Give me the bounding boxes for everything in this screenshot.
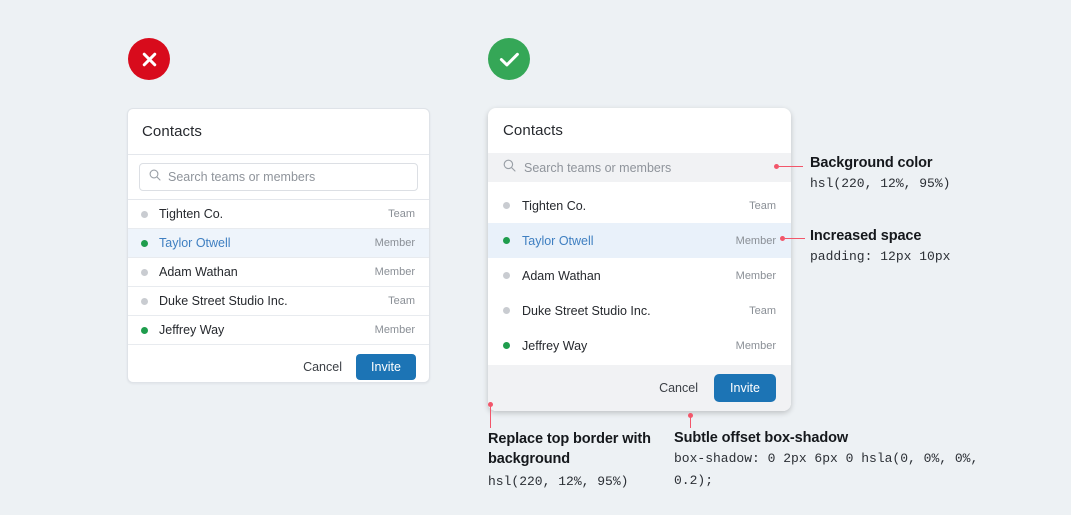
cancel-button[interactable]: Cancel [659, 381, 698, 395]
leader-line [785, 238, 805, 239]
leader-line [490, 406, 491, 428]
row-role: Member [735, 339, 776, 352]
good-contacts-card: Contacts Search teams or members Tighten… [488, 108, 791, 411]
annotation-code: hsl(220, 12%, 95%) [810, 176, 951, 191]
annotation-title: Background color [810, 155, 933, 171]
status-dot-icon [141, 268, 148, 276]
status-dot-icon [503, 342, 510, 349]
status-dot-icon [503, 237, 510, 244]
table-row[interactable]: Tighten Co. Team [128, 200, 429, 229]
row-name: Jeffrey Way [522, 338, 588, 353]
table-row[interactable]: Taylor Otwell Member [488, 223, 791, 258]
canvas: Contacts Search teams or members Tighten… [0, 0, 1071, 515]
table-row[interactable]: Taylor Otwell Member [128, 229, 429, 258]
search-icon [149, 168, 161, 186]
row-role: Member [374, 266, 415, 278]
status-dot-icon [141, 210, 148, 218]
row-role: Member [735, 269, 776, 282]
status-dot-icon [141, 297, 148, 305]
table-row[interactable]: Tighten Co. Team [488, 188, 791, 223]
table-row[interactable]: Duke Street Studio Inc. Team [128, 287, 429, 316]
table-row[interactable]: Jeffrey Way Member [128, 316, 429, 345]
annotation-title: Subtle offset box-shadow [674, 430, 849, 446]
annotation-background-color: Background color hsl(220, 12%, 95%) [810, 155, 950, 195]
table-row[interactable]: Jeffrey Way Member [488, 328, 791, 363]
table-row[interactable]: Adam Wathan Member [488, 258, 791, 293]
status-dot-icon [503, 202, 510, 209]
bad-search-container: Search teams or members [128, 155, 429, 200]
row-name: Tighten Co. [159, 207, 224, 221]
annotation-code: padding: 12px 10px [810, 249, 951, 264]
search-icon [503, 159, 516, 177]
status-dot-icon [503, 307, 510, 314]
annotation-code: box-shadow: 0 2px 6px 0 hsla(0, 0%, 0%, … [674, 451, 979, 488]
annotation-replace-top-border: Replace top border with background hsl(2… [488, 430, 663, 493]
annotation-title: Increased space [810, 228, 922, 244]
row-name: Tighten Co. [522, 198, 587, 213]
row-role: Team [388, 208, 415, 220]
bad-search-input[interactable]: Search teams or members [139, 163, 418, 191]
leader-line [779, 166, 803, 167]
row-name: Duke Street Studio Inc. [522, 303, 651, 318]
bad-card-header: Contacts [128, 109, 429, 155]
status-dot-icon [503, 272, 510, 279]
annotation-code: hsl(220, 12%, 95%) [488, 474, 629, 490]
cancel-button[interactable]: Cancel [303, 360, 342, 374]
annotation-title: Replace top border with background [488, 431, 651, 467]
bad-contacts-card: Contacts Search teams or members Tighten… [127, 108, 430, 383]
status-dot-icon [141, 326, 148, 334]
row-role: Team [749, 199, 776, 212]
row-name: Jeffrey Way [159, 323, 225, 337]
bad-card-footer: Cancel Invite [128, 345, 429, 388]
row-name: Adam Wathan [159, 265, 238, 279]
row-name: Taylor Otwell [159, 236, 231, 250]
row-role: Member [374, 237, 415, 249]
row-role: Member [735, 234, 776, 247]
annotation-increased-space: Increased space padding: 12px 10px [810, 228, 950, 268]
table-row[interactable]: Duke Street Studio Inc. Team [488, 293, 791, 328]
bad-search-placeholder: Search teams or members [168, 170, 316, 184]
row-name: Duke Street Studio Inc. [159, 294, 288, 308]
leader-line [690, 417, 691, 428]
row-name: Taylor Otwell [522, 233, 594, 248]
row-name: Adam Wathan [522, 268, 601, 283]
good-card-footer: Cancel Invite [488, 365, 791, 411]
invite-button[interactable]: Invite [714, 374, 776, 402]
row-role: Member [374, 324, 415, 336]
good-search-placeholder: Search teams or members [524, 160, 672, 175]
status-dot-icon [141, 239, 148, 247]
x-circle-icon [128, 38, 170, 80]
good-card-title: Contacts [503, 122, 563, 139]
good-search-input[interactable]: Search teams or members [488, 153, 791, 182]
table-row[interactable]: Adam Wathan Member [128, 258, 429, 287]
good-card-header: Contacts [488, 108, 791, 153]
invite-button[interactable]: Invite [356, 353, 416, 380]
good-contacts-list: Tighten Co. Team Taylor Otwell Member Ad… [488, 182, 791, 371]
check-circle-icon [488, 38, 530, 80]
row-role: Team [749, 304, 776, 317]
row-role: Team [388, 295, 415, 307]
annotation-box-shadow: Subtle offset box-shadow box-shadow: 0 2… [674, 430, 979, 492]
bad-card-title: Contacts [142, 123, 202, 140]
